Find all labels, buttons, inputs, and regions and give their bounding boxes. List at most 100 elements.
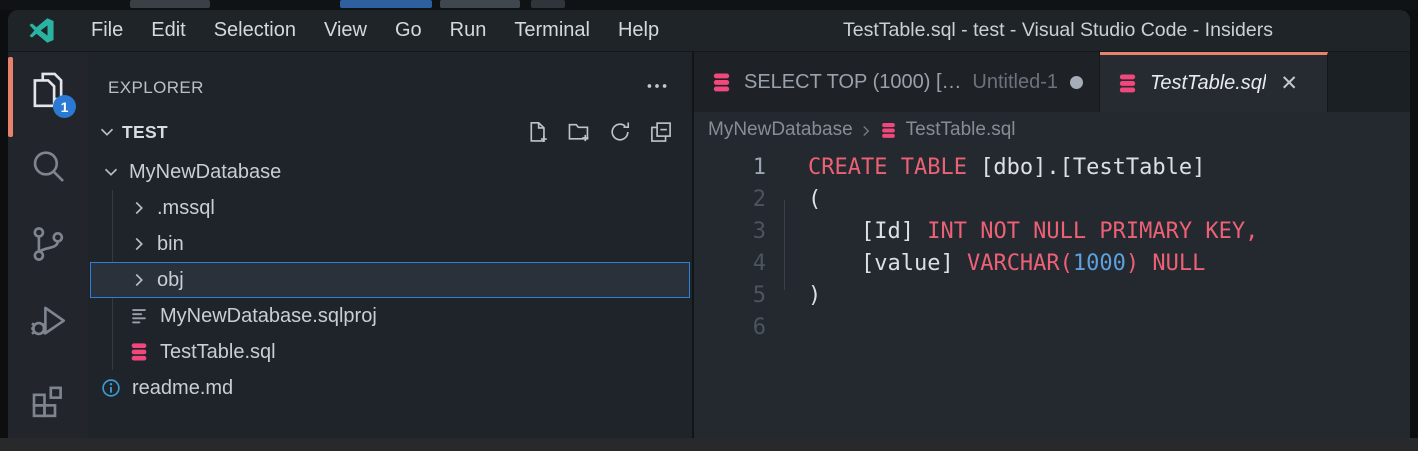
line-number: 1 — [694, 152, 766, 184]
tree-item-label: TestTable.sql — [160, 341, 276, 364]
badge-count: 1 — [53, 95, 76, 118]
vscode-window: FileEditSelectionViewGoRunTerminalHelp T… — [8, 10, 1410, 438]
section-actions — [525, 119, 674, 145]
token: INT NOT NULL PRIMARY KEY, — [927, 219, 1258, 244]
titlebar: FileEditSelectionViewGoRunTerminalHelp T… — [8, 10, 1410, 52]
line-number: 5 — [694, 280, 766, 312]
tree-item-label: MyNewDatabase.sqlproj — [160, 305, 377, 328]
code-line-5: 5) — [694, 280, 1410, 312]
close-icon[interactable]: ✕ — [1280, 73, 1298, 94]
token: CREATE TABLE — [808, 155, 980, 180]
token: [dbo].[TestTable] — [980, 155, 1205, 180]
indent-guide — [784, 200, 785, 290]
database-icon — [1116, 72, 1139, 95]
tree-item-label: obj — [157, 269, 184, 292]
tab-bar: SELECT TOP (1000) [Id]Untitled-1TestTabl… — [694, 52, 1410, 112]
background-fragment — [130, 0, 210, 8]
line-content: ) — [808, 280, 821, 312]
line-content: CREATE TABLE [dbo].[TestTable] — [808, 152, 1205, 184]
workbench: 1 EXPLORER TEST MyNewDatabase .mssql bin ob… — [8, 52, 1410, 438]
collapse-all-button[interactable] — [648, 119, 674, 145]
tree-item-mynewdatabase[interactable]: MyNewDatabase — [90, 154, 690, 190]
tree-item-label: .mssql — [157, 197, 215, 220]
chevron-right-icon — [857, 122, 875, 140]
menu-item-go[interactable]: Go — [381, 14, 436, 47]
chevron-down-icon — [100, 161, 122, 183]
line-number: 4 — [694, 248, 766, 280]
token: ) — [808, 283, 821, 308]
sqlproj-icon — [128, 305, 150, 327]
new-folder-button[interactable] — [566, 119, 592, 145]
background-window-sliver — [0, 0, 1418, 10]
activity-item-extensions[interactable] — [22, 372, 74, 424]
tab-label: TestTable.sql — [1150, 72, 1266, 95]
token: [value] — [861, 251, 967, 276]
tree-item--mssql[interactable]: .mssql — [90, 190, 690, 226]
tree-item-bin[interactable]: bin — [90, 226, 690, 262]
token: 1000 — [1073, 251, 1126, 276]
tree-item-label: bin — [157, 233, 184, 256]
background-strip — [0, 438, 1418, 451]
tab-testtable-sql[interactable]: TestTable.sql ✕ — [1100, 52, 1328, 112]
token: [Id] — [861, 219, 927, 244]
chevron-down-icon — [96, 121, 118, 143]
tree-item-testtable-sql[interactable]: TestTable.sql — [90, 334, 690, 370]
activity-item-source-control[interactable] — [22, 218, 74, 270]
tree-item-mynewdatabase-sqlproj[interactable]: MyNewDatabase.sqlproj — [90, 298, 690, 334]
code-line-4: 4 [value] VARCHAR(1000) NULL — [694, 248, 1410, 280]
breadcrumb-item[interactable]: TestTable.sql — [879, 119, 1016, 141]
code-line-2: 2( — [694, 184, 1410, 216]
tree-item-obj[interactable]: obj — [90, 262, 690, 298]
tab-label: SELECT TOP (1000) [Id] — [744, 71, 963, 94]
menu-item-file[interactable]: File — [77, 14, 137, 47]
background-fragment — [531, 0, 565, 8]
chevron-right-icon — [128, 197, 150, 219]
explorer-sidebar: EXPLORER TEST MyNewDatabase.mssqlbinobjM… — [88, 52, 692, 438]
activity-bar: 1 — [8, 52, 88, 438]
menu-item-view[interactable]: View — [310, 14, 381, 47]
breadcrumb-item[interactable]: MyNewDatabase — [708, 119, 853, 141]
code-line-3: 3 [Id] INT NOT NULL PRIMARY KEY, — [694, 216, 1410, 248]
code-line-6: 6 — [694, 312, 1410, 344]
line-number: 3 — [694, 216, 766, 248]
line-number: 6 — [694, 312, 766, 344]
tab-select-top-1000-id-[interactable]: SELECT TOP (1000) [Id]Untitled-1 — [694, 52, 1100, 112]
menu-item-help[interactable]: Help — [604, 14, 673, 47]
sidebar-title: EXPLORER — [108, 78, 204, 98]
info-icon — [100, 377, 122, 399]
file-tree: MyNewDatabase .mssql bin obj MyNewDatabase.s… — [88, 154, 692, 406]
line-content: [Id] INT NOT NULL PRIMARY KEY, — [808, 216, 1258, 248]
token — [808, 251, 861, 276]
activity-item-search[interactable] — [22, 141, 74, 193]
token: ) — [1126, 251, 1139, 276]
breadcrumb: MyNewDatabase TestTable.sql — [694, 112, 1410, 148]
chevron-right-icon — [128, 269, 150, 291]
activity-item-explorer[interactable]: 1 — [22, 64, 74, 116]
section-header-test[interactable]: TEST — [88, 112, 692, 152]
code-line-1: 1 CREATE TABLE [dbo].[TestTable] — [694, 152, 1410, 184]
menu-item-terminal[interactable]: Terminal — [500, 14, 604, 47]
window-title: TestTable.sql - test - Visual Studio Cod… — [708, 19, 1408, 42]
menu-item-edit[interactable]: Edit — [137, 14, 199, 47]
line-content: [value] VARCHAR(1000) NULL — [808, 248, 1205, 280]
breadcrumb-label: MyNewDatabase — [708, 119, 853, 141]
active-view-indicator — [8, 57, 13, 137]
tree-item-readme-md[interactable]: readme.md — [90, 370, 690, 406]
code-editor[interactable]: 1CREATE TABLE [dbo].[TestTable]2(3 [Id] … — [694, 148, 1410, 438]
database-icon — [710, 71, 733, 94]
vscode-insiders-logo — [28, 17, 55, 44]
activity-item-run-and-debug[interactable] — [22, 295, 74, 347]
refresh-button[interactable] — [607, 119, 633, 145]
token: NULL — [1152, 251, 1205, 276]
menu-item-selection[interactable]: Selection — [200, 14, 310, 47]
menu-item-run[interactable]: Run — [436, 14, 501, 47]
database-icon — [128, 341, 150, 363]
menu-bar: FileEditSelectionViewGoRunTerminalHelp — [77, 14, 673, 47]
tree-item-label: MyNewDatabase — [129, 161, 281, 184]
tree-item-label: readme.md — [132, 377, 233, 400]
background-fragment — [340, 0, 432, 8]
section-label: TEST — [122, 122, 525, 143]
more-actions-icon[interactable] — [644, 73, 670, 104]
new-file-button[interactable] — [525, 119, 551, 145]
breadcrumb-label: TestTable.sql — [906, 119, 1016, 141]
